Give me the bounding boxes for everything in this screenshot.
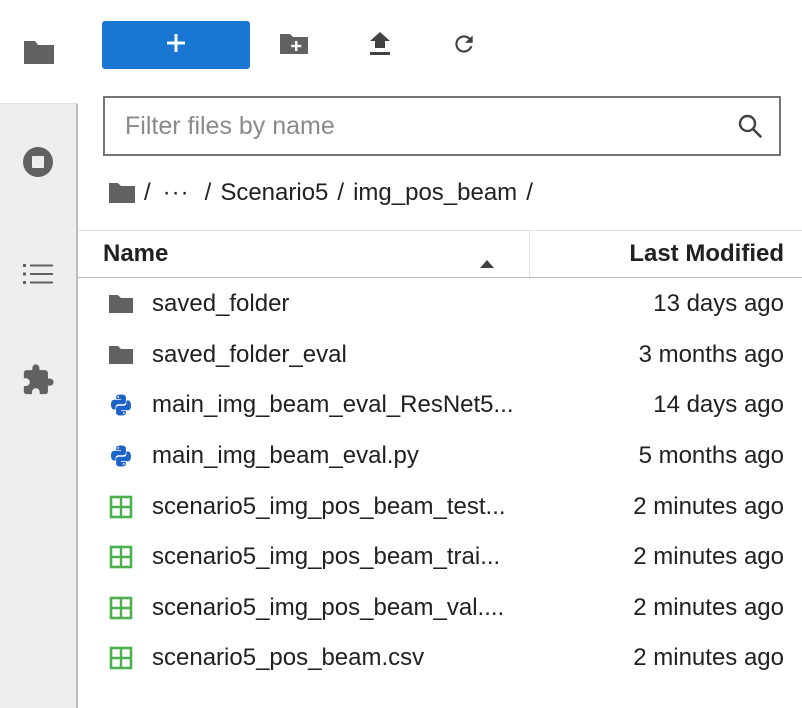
breadcrumb-separator: / [204, 179, 212, 206]
new-launcher-button[interactable] [102, 21, 250, 69]
filter-box [103, 96, 781, 156]
file-browser-panel: / ··· / Scenario5 / img_pos_beam / Name … [78, 0, 802, 708]
refresh-icon [451, 31, 477, 62]
file-last-modified: 5 months ago [638, 442, 784, 470]
spreadsheet-file-icon [108, 494, 134, 520]
file-last-modified: 14 days ago [653, 391, 784, 419]
file-name: main_img_beam_eval.py [152, 442, 419, 470]
folder-icon [108, 291, 134, 317]
file-list-item[interactable]: scenario5_pos_beam.csv 2 minutes ago [78, 633, 802, 684]
file-name: scenario5_pos_beam.csv [152, 644, 425, 672]
file-name: main_img_beam_eval_ResNet5... [152, 391, 514, 419]
search-icon[interactable] [721, 113, 779, 139]
filter-files-input[interactable] [105, 98, 721, 154]
file-last-modified: 13 days ago [653, 290, 784, 318]
file-last-modified: 2 minutes ago [633, 593, 784, 621]
home-folder-icon[interactable] [108, 182, 136, 204]
sidebar-tab-running[interactable] [0, 110, 76, 214]
sidebar-tab-table-of-contents[interactable] [0, 222, 76, 326]
file-list-item[interactable]: scenario5_img_pos_beam_val.... 2 minutes … [78, 583, 802, 634]
column-header-modified-label: Last Modified [629, 240, 784, 267]
breadcrumb-ellipsis[interactable]: ··· [163, 179, 190, 207]
breadcrumb-separator: / [337, 179, 345, 206]
folder-icon [108, 342, 134, 368]
new-folder-icon [279, 32, 309, 61]
file-name: scenario5_img_pos_beam_trai... [152, 543, 501, 571]
python-file-icon [108, 443, 134, 469]
breadcrumb-scenario5[interactable]: Scenario5 [220, 179, 328, 207]
breadcrumb-separator: / [526, 179, 533, 206]
file-name: scenario5_img_pos_beam_test... [152, 492, 506, 520]
breadcrumb-root[interactable]: / [144, 179, 151, 207]
puzzle-icon [21, 363, 55, 397]
column-header-name-label: Name [103, 240, 169, 267]
folder-icon [22, 38, 56, 66]
stop-circle-icon [21, 145, 55, 179]
sidebar-tab-file-browser[interactable] [0, 0, 78, 104]
upload-icon [368, 31, 392, 62]
spreadsheet-file-icon [108, 544, 134, 570]
spreadsheet-file-icon [108, 595, 134, 621]
python-file-icon [108, 392, 134, 418]
spreadsheet-file-icon [108, 645, 134, 671]
file-name: saved_folder_eval [152, 340, 347, 368]
sort-ascending-icon [479, 248, 495, 276]
file-list-item[interactable]: scenario5_img_pos_beam_trai... 2 minutes … [78, 532, 802, 583]
new-folder-button[interactable] [278, 30, 310, 62]
activity-sidebar [0, 0, 78, 708]
breadcrumb-img-pos-beam[interactable]: img_pos_beam [353, 179, 517, 207]
breadcrumb: / ··· / Scenario5 / img_pos_beam / [108, 171, 788, 215]
column-header-name[interactable]: Name [78, 231, 530, 277]
upload-button[interactable] [364, 30, 396, 62]
file-list-item[interactable]: main_img_beam_eval.py 5 months ago [78, 431, 802, 482]
file-last-modified: 2 minutes ago [633, 644, 784, 672]
file-list-item[interactable]: main_img_beam_eval_ResNet5... 14 days ago [78, 380, 802, 431]
file-list-item[interactable]: saved_folder 13 days ago [78, 279, 802, 330]
file-last-modified: 3 months ago [638, 340, 784, 368]
file-last-modified: 2 minutes ago [633, 543, 784, 571]
file-name: scenario5_img_pos_beam_val.... [152, 593, 505, 621]
list-icon [21, 260, 55, 288]
file-last-modified: 2 minutes ago [633, 492, 784, 520]
file-list-header: Name Last Modified [78, 230, 802, 278]
file-name: saved_folder [152, 290, 290, 318]
file-list-item[interactable]: saved_folder_eval 3 months ago [78, 330, 802, 381]
column-header-last-modified[interactable]: Last Modified [530, 231, 802, 277]
plus-icon [165, 32, 187, 59]
file-list-item[interactable]: scenario5_img_pos_beam_test... 2 minutes … [78, 481, 802, 532]
file-list: saved_folder 13 days ago saved_folder_eval… [78, 279, 802, 684]
refresh-button[interactable] [448, 30, 480, 62]
jupyterlab-window: / ··· / Scenario5 / img_pos_beam / Name … [0, 0, 802, 708]
sidebar-tab-extensions[interactable] [0, 328, 76, 432]
file-browser-toolbar [78, 0, 802, 90]
